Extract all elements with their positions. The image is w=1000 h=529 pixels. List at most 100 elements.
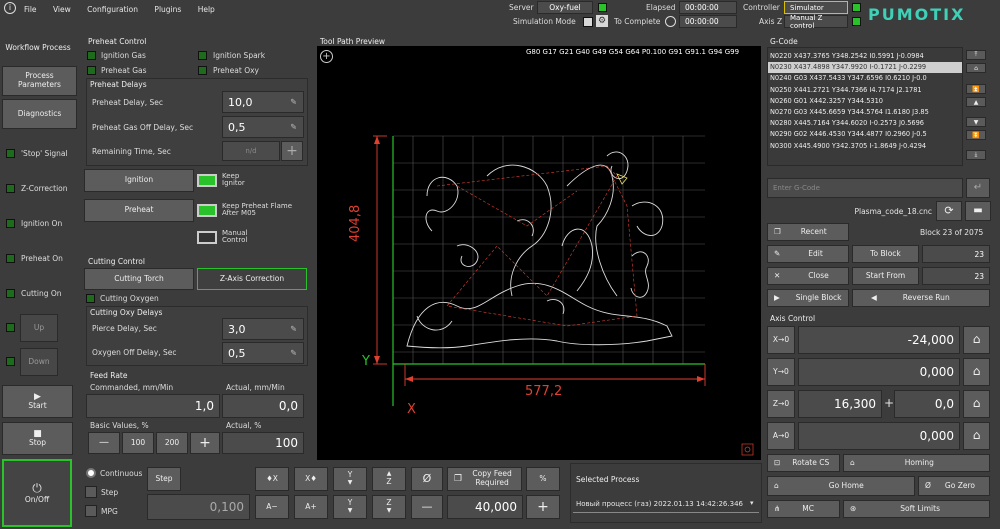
tab-diagnostics[interactable]: Diagnostics bbox=[2, 99, 77, 129]
menu-file[interactable]: File bbox=[24, 5, 37, 14]
gcode-line[interactable]: N0290 G02 X446.4530 Y344.4877 I0.2960 J-… bbox=[768, 129, 962, 140]
zero-y-button[interactable]: Y→0 bbox=[767, 358, 795, 386]
oxygen-off-delay-field[interactable]: 0,5 ✎ bbox=[222, 342, 304, 364]
gcode-line[interactable]: N0270 G03 X445.6659 Y344.5764 I1.6180 J3… bbox=[768, 107, 962, 118]
close-button[interactable]: ✕ Close bbox=[767, 267, 849, 285]
line-down-icon[interactable]: ▼ bbox=[966, 117, 986, 127]
commanded-feed-field[interactable]: 1,0 bbox=[86, 394, 220, 418]
on-off-button[interactable]: ⏻ On/Off bbox=[2, 459, 72, 527]
z-axis-correction-button[interactable]: Z-Axis Correction bbox=[197, 268, 307, 290]
zero-x-button[interactable]: X→0 bbox=[767, 326, 795, 354]
jog-zero-button[interactable]: Ø bbox=[411, 467, 443, 491]
gcode-input[interactable]: Enter G-Code bbox=[767, 178, 963, 198]
jog-percent-button[interactable]: % bbox=[526, 467, 560, 491]
gcode-line[interactable]: N0280 X445.7164 Y344.6020 I-0.2573 J0.56… bbox=[768, 118, 962, 129]
feed-decrease-button[interactable]: — bbox=[88, 432, 120, 454]
go-zero-button[interactable]: Ø Go Zero bbox=[918, 476, 990, 496]
go-home-button[interactable]: ⌂ Go Home bbox=[767, 476, 915, 496]
tab-process-parameters[interactable]: Process Parameters bbox=[2, 66, 77, 96]
info-icon[interactable]: i bbox=[4, 2, 16, 14]
preheat-button[interactable]: Preheat bbox=[84, 199, 194, 222]
gear-icon[interactable]: ⚙ bbox=[596, 15, 608, 27]
jog-z-plus-button[interactable]: ▲ Z bbox=[372, 467, 406, 491]
mc-button[interactable]: ⋔ MC bbox=[767, 500, 840, 518]
start-from-button[interactable]: Start From bbox=[852, 267, 919, 285]
pierce-delay-field[interactable]: 3,0 ✎ bbox=[222, 318, 304, 340]
stop-button[interactable]: ■ Stop bbox=[2, 422, 73, 455]
recent-button[interactable]: ❐ Recent bbox=[767, 223, 849, 241]
up-button[interactable]: Up bbox=[20, 314, 58, 342]
tab-workflow-process[interactable]: Workflow Process bbox=[2, 33, 74, 63]
cutting-torch-button[interactable]: Cutting Torch bbox=[84, 268, 194, 290]
menu-plugins[interactable]: Plugins bbox=[154, 5, 181, 14]
to-block-button[interactable]: To Block bbox=[852, 245, 919, 263]
home-x-icon[interactable]: ⌂ bbox=[963, 326, 990, 354]
folder-icon[interactable]: ▬ bbox=[965, 201, 991, 221]
gcode-line-selected[interactable]: N0230 X437.4898 Y347.9920 I-0.1721 J-0.2… bbox=[768, 62, 962, 74]
start-from-field[interactable]: 23 bbox=[922, 267, 990, 285]
axis-z-select[interactable]: Manual Z control bbox=[784, 14, 848, 30]
keep-ignitor-toggle[interactable] bbox=[197, 174, 217, 187]
ignition-button[interactable]: Ignition bbox=[84, 169, 194, 192]
scroll-bottom-icon[interactable]: ⤓ bbox=[966, 150, 986, 160]
jog-x-plus-button[interactable]: X♦ bbox=[294, 467, 328, 491]
single-block-button[interactable]: ▶ Single Block bbox=[767, 289, 849, 307]
page-up-icon[interactable]: ⏫ bbox=[966, 84, 986, 94]
z-offset-field[interactable]: 0,0 bbox=[894, 390, 960, 418]
menu-view[interactable]: View bbox=[53, 5, 71, 14]
gcode-list[interactable]: N0220 X437.3765 Y348.2542 I0.5991 J-0.09… bbox=[767, 47, 963, 166]
jog-z-minus-button[interactable]: Z ▼ bbox=[372, 495, 406, 519]
step-button[interactable]: Step bbox=[147, 467, 181, 491]
homing-button[interactable]: ⌂ Homing bbox=[843, 454, 990, 472]
controller-select[interactable]: Simulator bbox=[784, 1, 848, 14]
step-radio[interactable] bbox=[85, 486, 97, 498]
gcode-line[interactable]: N0220 X437.3765 Y348.2542 I0.5991 J-0.09… bbox=[768, 51, 962, 62]
preheat-delay-field[interactable]: 10,0 ✎ bbox=[222, 91, 304, 113]
home-line-icon[interactable]: ⌂ bbox=[966, 63, 986, 73]
copy-feed-button[interactable]: ❐ Copy Feed Required bbox=[447, 467, 522, 491]
zero-z-button[interactable]: Z→0 bbox=[767, 390, 795, 418]
jog-speed-minus-button[interactable]: — bbox=[411, 495, 443, 519]
jog-feed-plus-button[interactable]: + bbox=[526, 495, 560, 519]
gcode-line[interactable]: N0300 X445.4900 Y342.3705 I-1.8649 J-0.4… bbox=[768, 141, 962, 152]
feed-100-button[interactable]: 100 bbox=[122, 432, 154, 454]
home-y-icon[interactable]: ⌂ bbox=[963, 358, 990, 386]
keep-preheat-flame-toggle[interactable] bbox=[197, 204, 217, 217]
preheat-gas-checkbox[interactable] bbox=[87, 66, 96, 75]
server-select[interactable]: Oxy-fuel bbox=[537, 1, 593, 14]
down-button[interactable]: Down bbox=[20, 348, 58, 376]
home-a-icon[interactable]: ⌂ bbox=[963, 422, 990, 450]
jog-y-minus-button[interactable]: Y ▼ bbox=[333, 495, 367, 519]
home-z-icon[interactable]: ⌂ bbox=[963, 390, 990, 418]
mpg-radio[interactable] bbox=[85, 505, 97, 517]
edit-button[interactable]: ✎ Edit bbox=[767, 245, 849, 263]
jog-x-minus-button[interactable]: ♦X bbox=[255, 467, 289, 491]
feed-200-button[interactable]: 200 bbox=[156, 432, 188, 454]
jog-a-plus-button[interactable]: A+ bbox=[294, 495, 328, 519]
gcode-line[interactable]: N0260 G01 X442.3257 Y344.5310 bbox=[768, 96, 962, 107]
gcode-submit-button[interactable]: ↵ bbox=[966, 178, 990, 198]
cutting-oxygen-checkbox[interactable] bbox=[86, 294, 95, 303]
scroll-top-icon[interactable]: ⤒ bbox=[966, 50, 986, 60]
preheat-oxy-checkbox[interactable] bbox=[198, 66, 207, 75]
gcode-line[interactable]: N0250 X441.2721 Y344.7366 I4.7174 J2.178… bbox=[768, 85, 962, 96]
reload-icon[interactable]: ⟳ bbox=[936, 201, 962, 221]
continuous-radio[interactable] bbox=[86, 468, 96, 478]
to-block-field[interactable]: 23 bbox=[922, 245, 990, 263]
feed-increase-button[interactable]: + bbox=[190, 432, 220, 454]
simulation-mode-checkbox[interactable] bbox=[583, 17, 593, 27]
zero-a-button[interactable]: A→0 bbox=[767, 422, 795, 450]
ignition-spark-checkbox[interactable] bbox=[198, 51, 207, 60]
reverse-run-button[interactable]: ◀ Reverse Run bbox=[852, 289, 990, 307]
jog-a-minus-button[interactable]: A− bbox=[255, 495, 289, 519]
manual-control-toggle[interactable] bbox=[197, 231, 217, 244]
jog-y-plus-button[interactable]: Y ▼ bbox=[333, 467, 367, 491]
ignition-gas-checkbox[interactable] bbox=[87, 51, 96, 60]
soft-limits-button[interactable]: ⊛ Soft Limits bbox=[843, 500, 990, 518]
rotate-cs-button[interactable]: ⊡ Rotate CS bbox=[767, 454, 840, 472]
menu-help[interactable]: Help bbox=[198, 5, 215, 14]
jog-feed-field[interactable]: 40,000 bbox=[447, 495, 523, 519]
line-up-icon[interactable]: ▲ bbox=[966, 97, 986, 107]
tool-path-canvas[interactable]: + G80 G17 G21 G40 G49 G54 G64 P0.100 G91… bbox=[317, 46, 761, 460]
selected-process-select[interactable]: Новый процесс (газ) 2022.01.13 14:42:26.… bbox=[573, 495, 759, 513]
